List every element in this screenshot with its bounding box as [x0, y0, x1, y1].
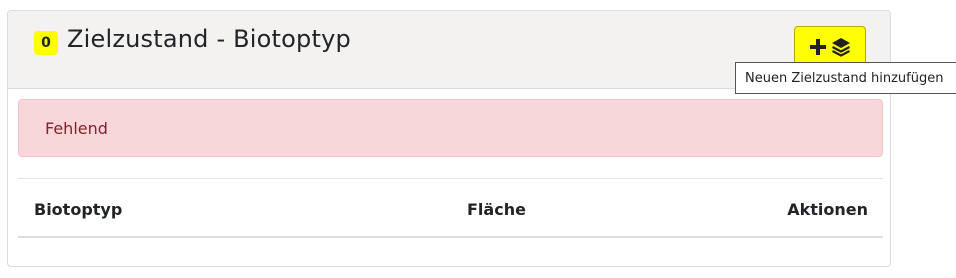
table-divider-bottom: [18, 236, 883, 238]
count-badge: 0: [34, 31, 58, 55]
scrollbar-gutter: [938, 0, 956, 278]
card-title: Zielzustand - Biotoptyp: [67, 25, 351, 53]
missing-alert: Fehlend: [18, 99, 883, 157]
alert-text: Fehlend: [45, 119, 108, 138]
table-header-row: Biotoptyp Fläche Aktionen: [18, 179, 883, 236]
plus-icon: [810, 39, 826, 55]
layers-icon: [831, 38, 851, 57]
zielzustand-card: 0 Zielzustand - Biotoptyp Fehlend Biotop…: [7, 10, 891, 267]
column-header-biotoptyp: Biotoptyp: [34, 200, 123, 219]
column-header-aktionen: Aktionen: [787, 200, 868, 219]
column-header-flaeche: Fläche: [467, 200, 526, 219]
add-button-tooltip: Neuen Zielzustand hinzufügen: [735, 62, 956, 94]
